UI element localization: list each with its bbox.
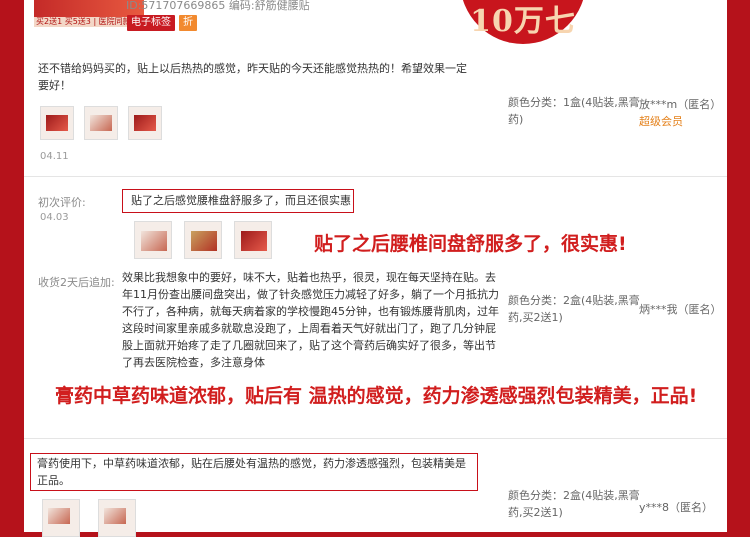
electronic-tag-badge[interactable]: 电子标签 <box>127 15 175 31</box>
review-item: 还不错给妈妈买的，贴上以后热热的感觉，昨天贴的今天还能感觉热热的！希望效果一定要… <box>24 50 727 175</box>
highlight-caption: 贴了之后腰椎间盘舒服多了，很实惠! <box>314 233 627 255</box>
review-date: 04.11 <box>40 151 69 162</box>
review-panel: 买2送1 买5送3 | 医院同款 ID:571707669865 编码:舒筋健腰… <box>24 0 727 537</box>
review-item: 初次评价: 04.03 贴了之后感觉腰椎盘舒服多了，而且还很实惠 贴了之后腰椎间… <box>24 176 727 439</box>
promo-badge-text: 10万七 <box>470 4 576 39</box>
review-sku: 颜色分类：2盒(4贴装,黑膏药,买2送1) <box>508 489 640 519</box>
product-header: 买2送1 买5送3 | 医院同款 ID:571707669865 编码:舒筋健腰… <box>24 0 727 44</box>
reviewer-username: 放***m（匿名） <box>639 98 722 111</box>
review-photo-thumb[interactable] <box>98 499 136 537</box>
promo-circle-badge: 10万七 <box>460 0 586 44</box>
review-photo-thumb[interactable] <box>42 499 80 537</box>
followup-review-label: 收货2天后追加: <box>38 276 115 289</box>
review-sku: 颜色分类：2盒(4贴装,黑膏药,买2送1) <box>508 294 640 324</box>
review-photo-thumb[interactable] <box>134 221 172 259</box>
review-text: 还不错给妈妈买的，贴上以后热热的感觉，昨天贴的今天还能感觉热热的！希望效果一定要… <box>38 62 467 92</box>
reviewer-name: y***8（匿名） <box>639 501 714 514</box>
followup-review-text: 效果比我想象中的要好，味不大，贴着也热乎，很灵，现在每天坚持在贴。去年11月份查… <box>122 271 499 369</box>
review-photos <box>40 106 162 140</box>
highlight-caption-2: 膏药中草药味道浓郁，贴后有 温热的感觉，药力渗透感强烈包装精美，正品! <box>55 385 698 407</box>
review-sku: 颜色分类：1盒(4贴装,黑膏药) <box>508 96 640 126</box>
product-meta: ID:571707669865 编码:舒筋健腰贴 <box>126 0 310 12</box>
review-text: 膏药使用下，中草药味道浓郁，贴在后腰处有温热的感觉，药力渗透感强烈，包装精美是正… <box>30 453 478 491</box>
review-photos <box>134 221 272 259</box>
reviewer-name: 放***m（匿名） 超级会员 <box>639 96 721 130</box>
review-item: 膏药使用下，中草药味道浓郁，贴在后腰处有温热的感觉，药力渗透感强烈，包装精美是正… <box>24 438 727 537</box>
review-photo-thumb[interactable] <box>234 221 272 259</box>
discount-badge[interactable]: 折 <box>179 15 197 31</box>
review-photo-thumb[interactable] <box>40 106 74 140</box>
initial-review-text: 贴了之后感觉腰椎盘舒服多了，而且还很实惠 <box>122 189 354 213</box>
review-date: 04.03 <box>40 212 69 223</box>
reviewer-name: 炳***我（匿名） <box>639 303 722 316</box>
review-photo-thumb[interactable] <box>84 106 118 140</box>
review-photo-thumb[interactable] <box>184 221 222 259</box>
review-photos <box>42 499 136 537</box>
review-photo-thumb[interactable] <box>128 106 162 140</box>
member-level: 超级会员 <box>639 115 683 128</box>
initial-review-label: 初次评价: <box>38 196 86 209</box>
